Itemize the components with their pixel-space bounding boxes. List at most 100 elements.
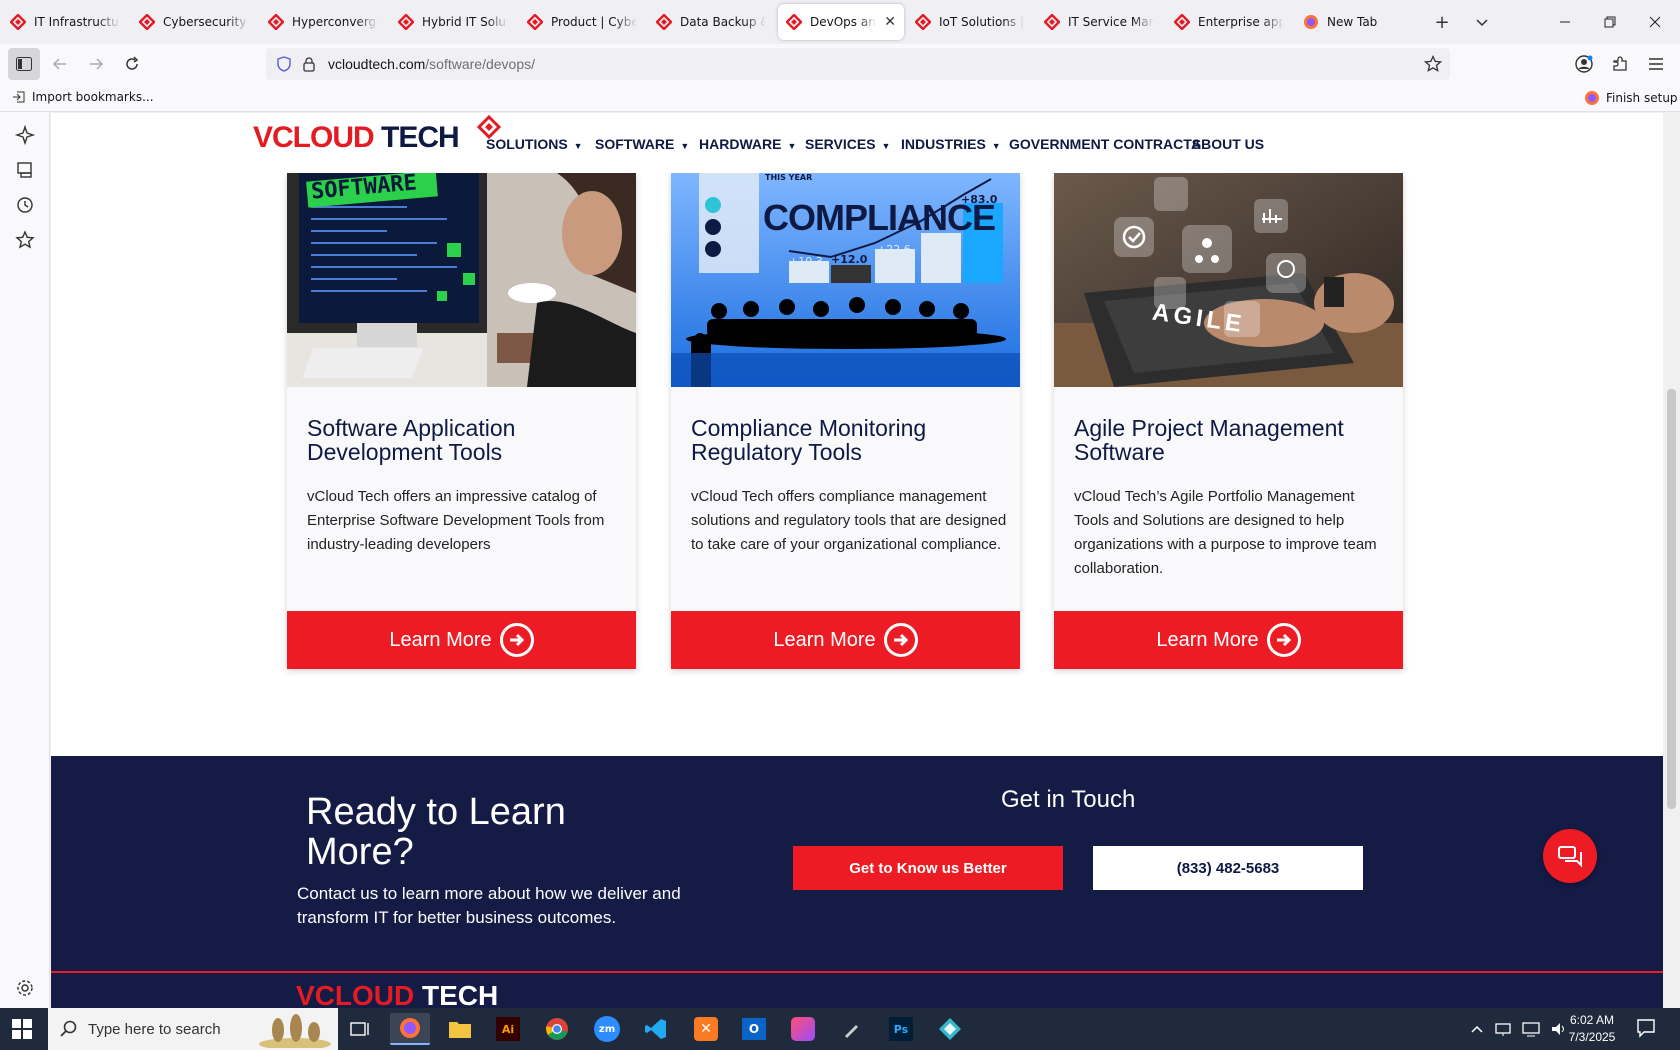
learn-more-button[interactable]: Learn More [1054,611,1403,669]
vscode-icon [645,1019,666,1039]
tab-title: Data Backup & D [680,15,766,29]
browser-tab[interactable]: Hyperconverged [260,4,386,40]
page-scrollbar[interactable] [1663,113,1680,1008]
taskbar-firefox[interactable] [390,1013,430,1045]
close-window-button[interactable] [1635,8,1675,36]
footer-divider [51,971,1663,973]
notifications-button[interactable] [1636,1018,1656,1042]
task-view-button[interactable] [340,1013,380,1045]
synced-tabs-icon[interactable] [14,159,36,181]
browser-tab[interactable]: IT Infrastructure [2,4,128,40]
account-icon [1575,55,1593,73]
import-bookmarks-link[interactable]: Import bookmarks... [12,90,154,104]
back-button[interactable] [44,48,76,80]
account-button[interactable] [1568,48,1600,80]
taskbar-outlook[interactable]: O [734,1013,774,1045]
nav-menu-item[interactable]: INDUSTRIES ▼ [901,136,1001,152]
folder-icon [449,1022,471,1038]
tab-title: IoT Solutions | In [939,15,1025,29]
shield-icon [277,56,291,72]
hamburger-icon [1649,58,1663,70]
system-tray [1470,1008,1568,1050]
nav-menu-item[interactable]: SOFTWARE ▼ [595,136,689,152]
display-icon[interactable] [1522,1021,1540,1037]
bookmarks-star-icon[interactable] [14,229,36,251]
close-tab-icon[interactable]: ✕ [884,14,896,30]
learn-more-label: Learn More [1156,628,1259,651]
reload-button[interactable] [116,48,148,80]
logo-cloud: CLOUD [314,980,415,1008]
sidebar-toggle-button[interactable] [8,48,40,80]
taskbar-illustrator[interactable]: Ai [488,1013,528,1045]
history-icon[interactable] [14,194,36,216]
import-icon [13,91,25,103]
taskbar-vscode[interactable] [636,1013,676,1045]
taskbar-zoom[interactable]: zm [587,1013,627,1045]
nav-menu-item[interactable]: GOVERNMENT CONTRACTS [1009,136,1201,152]
get-to-know-us-button[interactable]: Get to Know us Better [793,846,1063,890]
nav-menu-item[interactable]: HARDWARE ▼ [699,136,796,152]
extensions-button[interactable] [1604,48,1636,80]
zoom-icon: zm [594,1016,620,1042]
network-icon[interactable] [1494,1021,1512,1037]
new-tab-button[interactable]: + [1430,10,1454,34]
nav-menu-item[interactable]: ABOUT US [1191,136,1264,152]
logo-cloud: CLOUD [272,121,375,154]
site-header: VCLOUD TECH SOLUTIONS ▼ SOFTWARE ▼ HARDWARE ▼… [51,113,1663,173]
chat-button[interactable] [1543,829,1597,883]
windows-logo-icon [12,1019,32,1039]
footer-logo[interactable]: VCLOUD TECH [296,980,498,1008]
app-menu-button[interactable] [1640,48,1672,80]
minimize-button[interactable] [1545,8,1585,36]
learn-more-button[interactable]: Learn More [671,611,1020,669]
finish-setup-link[interactable]: Finish setup [1584,90,1678,106]
phone-number-button[interactable]: (833) 482-5683 [1093,846,1363,890]
browser-tab[interactable]: Cybersecurity So [131,4,257,40]
browser-tab[interactable]: Product | Cyber [519,4,645,40]
taskbar-chrome[interactable] [537,1013,577,1045]
star-icon[interactable] [1424,55,1442,73]
tab-title: Hybrid IT Solutio [422,15,508,29]
address-bar[interactable]: vcloudtech.com/software/devops/ [266,48,1450,80]
nav-menu-item[interactable]: SOLUTIONS ▼ [486,136,583,152]
firefox-icon [400,1018,420,1038]
taskbar-creative-cloud[interactable] [783,1013,823,1045]
chart-label: +10.3 [789,255,823,268]
browser-tab[interactable]: IT Service Manag [1036,4,1162,40]
browser-tab[interactable]: Hybrid IT Solutio [390,4,516,40]
start-button[interactable] [12,1019,32,1043]
forward-button[interactable] [80,48,112,80]
taskbar-file-explorer[interactable] [440,1013,480,1045]
browser-tab[interactable]: IoT Solutions | In [907,4,1033,40]
taskbar-pen-tool[interactable] [832,1013,872,1045]
browser-tab[interactable]: Data Backup & D [648,4,774,40]
ai-chatbot-icon[interactable] [14,124,36,146]
scrollbar-thumb[interactable] [1667,389,1676,809]
restore-button[interactable] [1590,8,1630,36]
browser-tab[interactable]: Enterprise applic [1166,4,1292,40]
nav-menu-label: SOLUTIONS [486,136,568,152]
browser-tab[interactable]: New Tab [1295,4,1405,40]
list-all-tabs-button[interactable] [1470,10,1494,34]
taskbar-photoshop[interactable]: Ps [881,1013,921,1045]
nav-menu-item[interactable]: SERVICES ▼ [805,136,890,152]
learn-more-button[interactable]: Learn More [287,611,636,669]
taskbar-xampp[interactable]: ✕ [686,1013,726,1045]
vcloud-tech-logo[interactable]: VCLOUD TECH [253,115,501,155]
browser-tab[interactable]: DevOps and ✕ [778,4,904,40]
taskbar-search-box[interactable]: Type here to search [48,1008,338,1050]
puzzle-icon [1613,56,1627,71]
nav-menu-label: ABOUT US [1191,136,1265,152]
cta-heading: Ready to Learn More? [306,791,566,873]
bookmarks-toolbar: Import bookmarks... Finish setup [0,84,1680,112]
caret-down-icon: ▼ [881,141,891,151]
card-title: Compliance Monitoring Regulatory Tools [691,415,927,465]
taskbar-app-diamond[interactable] [930,1013,970,1045]
taskbar-clock[interactable]: 6:02 AM 7/3/2025 [1556,1012,1628,1046]
nav-menu-label: GOVERNMENT CONTRACTS [1009,136,1202,152]
task-view-icon [350,1022,369,1036]
chevron-up-icon[interactable] [1470,1024,1484,1034]
chart-label: +41.9 [921,235,955,248]
close-icon [1649,16,1661,28]
settings-gear-icon[interactable] [14,977,36,999]
